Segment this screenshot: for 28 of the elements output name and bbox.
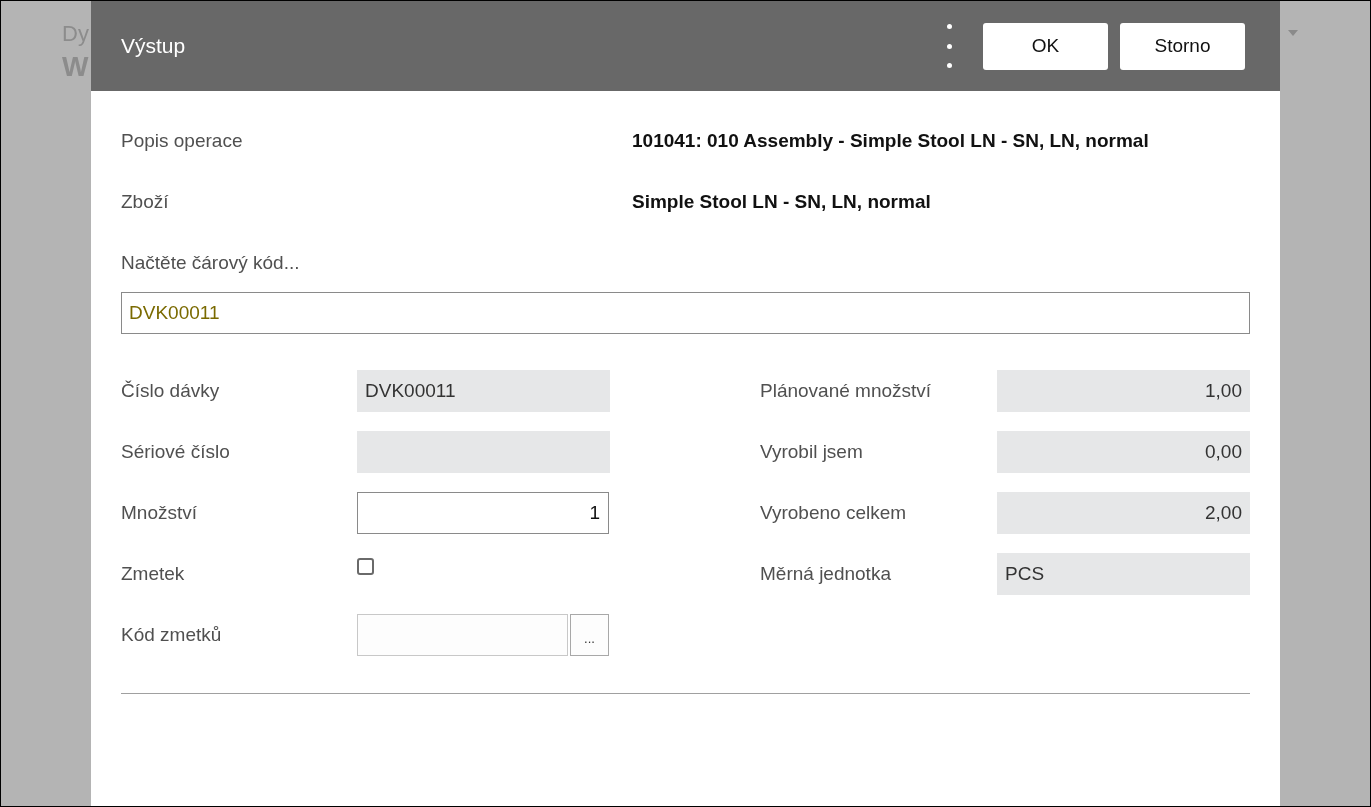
checkbox[interactable] [357, 558, 374, 575]
field-label: Kód zmetků [121, 622, 223, 647]
dropdown-caret-icon [1288, 30, 1298, 36]
field-label: Množství [121, 500, 199, 525]
field-value: Simple Stool LN - SN, LN, normal [632, 190, 931, 215]
barcode-field[interactable]: DVK00011 [121, 292, 1250, 334]
field-label: Vyrobeno celkem [760, 500, 908, 525]
field-label: Plánované množství [760, 378, 933, 403]
readonly-field: 2,00 [997, 492, 1250, 534]
dialog-title: Výstup [121, 33, 187, 60]
input-field[interactable] [357, 614, 568, 656]
dialog-button[interactable]: OK [983, 22, 1108, 70]
field-label: Měrná jednotka [760, 561, 892, 586]
field-label: Popis operace [121, 129, 244, 154]
field-label: Zboží [121, 190, 170, 215]
quantity-field[interactable]: 1 [357, 492, 609, 534]
dialog-button[interactable]: Storno [1120, 22, 1245, 70]
field-label: Číslo dávky [121, 378, 221, 403]
lookup-button[interactable]: ... [570, 614, 609, 656]
readonly-field: DVK00011 [357, 370, 610, 412]
readonly-field: 1,00 [997, 370, 1250, 412]
field-label: Sériové číslo [121, 439, 231, 464]
readonly-field: PCS [997, 553, 1250, 595]
field-value: 101041: 010 Assembly - Simple Stool LN - SN, LN, normal [632, 129, 1149, 154]
field-label: Zmetek [121, 561, 186, 586]
readonly-field: 0,00 [997, 431, 1250, 473]
field-label: Načtěte čárový kód... [121, 251, 301, 276]
field-label: Vyrobil jsem [760, 439, 864, 464]
